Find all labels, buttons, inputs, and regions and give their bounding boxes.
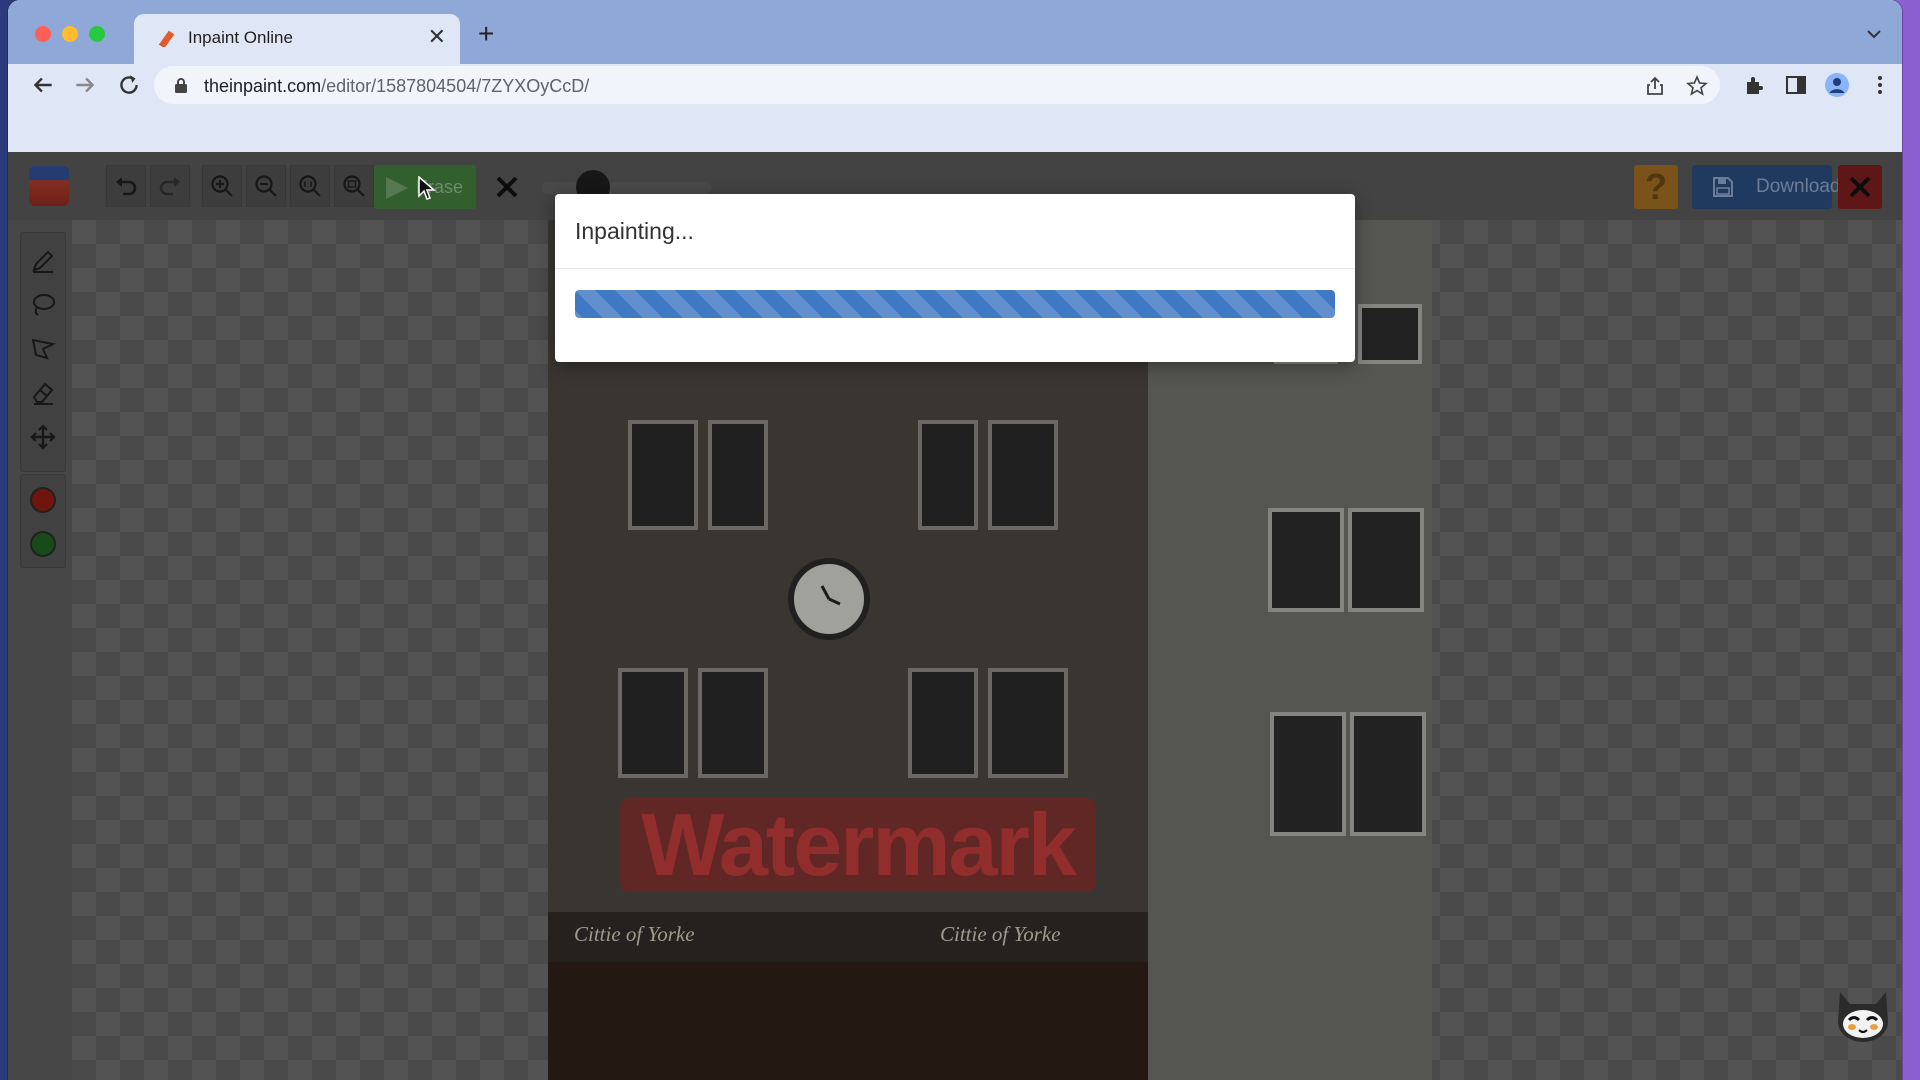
side-panel-icon[interactable] bbox=[1784, 73, 1808, 97]
inpaint-editor: Erase ? Download Watermark Cittie of Yor… bbox=[8, 152, 1902, 1080]
dialog-divider bbox=[555, 268, 1355, 269]
browser-tab[interactable]: Inpaint Online ✕ bbox=[134, 14, 460, 64]
browser-menu-icon[interactable] bbox=[1868, 73, 1892, 97]
progress-dialog: Inpainting... bbox=[555, 194, 1355, 362]
chrome-spacer bbox=[8, 106, 1902, 152]
progress-bar bbox=[575, 290, 1335, 318]
window-close-button[interactable] bbox=[35, 26, 51, 42]
eraser-favicon-icon bbox=[158, 30, 175, 48]
tab-title: Inpaint Online bbox=[188, 28, 293, 47]
new-tab-button[interactable]: + bbox=[478, 20, 494, 48]
dialog-title: Inpainting... bbox=[575, 218, 694, 244]
bookmark-star-icon[interactable] bbox=[1686, 75, 1708, 97]
reload-icon[interactable] bbox=[116, 72, 142, 98]
tab-search-chevron-icon[interactable] bbox=[1864, 24, 1884, 44]
url-path: /editor/1587804504/7ZYXOyCcD/ bbox=[321, 76, 590, 96]
tab-bar: Inpaint Online ✕ + bbox=[8, 0, 1902, 64]
cat-mascot-icon[interactable] bbox=[1834, 982, 1892, 1042]
mouse-pointer-icon bbox=[418, 176, 436, 200]
window-zoom-button[interactable] bbox=[89, 26, 105, 42]
profile-avatar-icon[interactable] bbox=[1825, 73, 1849, 97]
window-minimize-button[interactable] bbox=[62, 26, 78, 42]
url-text: theinpaint.com/editor/1587804504/7ZYXOyC… bbox=[204, 76, 589, 97]
lock-icon bbox=[175, 78, 187, 93]
url-host: theinpaint.com bbox=[204, 76, 322, 96]
share-icon[interactable] bbox=[1644, 75, 1666, 97]
tab-close-icon[interactable]: ✕ bbox=[428, 24, 446, 50]
browser-window: Inpaint Online ✕ + theinpaint.com/editor… bbox=[8, 0, 1902, 1080]
browser-toolbar: theinpaint.com/editor/1587804504/7ZYXOyC… bbox=[8, 64, 1902, 106]
address-bar[interactable]: theinpaint.com/editor/1587804504/7ZYXOyC… bbox=[154, 66, 1720, 104]
forward-arrow-icon[interactable] bbox=[72, 72, 98, 98]
back-arrow-icon[interactable] bbox=[30, 72, 56, 98]
progress-bar-fill bbox=[575, 290, 1335, 318]
extensions-puzzle-icon[interactable] bbox=[1742, 73, 1766, 97]
